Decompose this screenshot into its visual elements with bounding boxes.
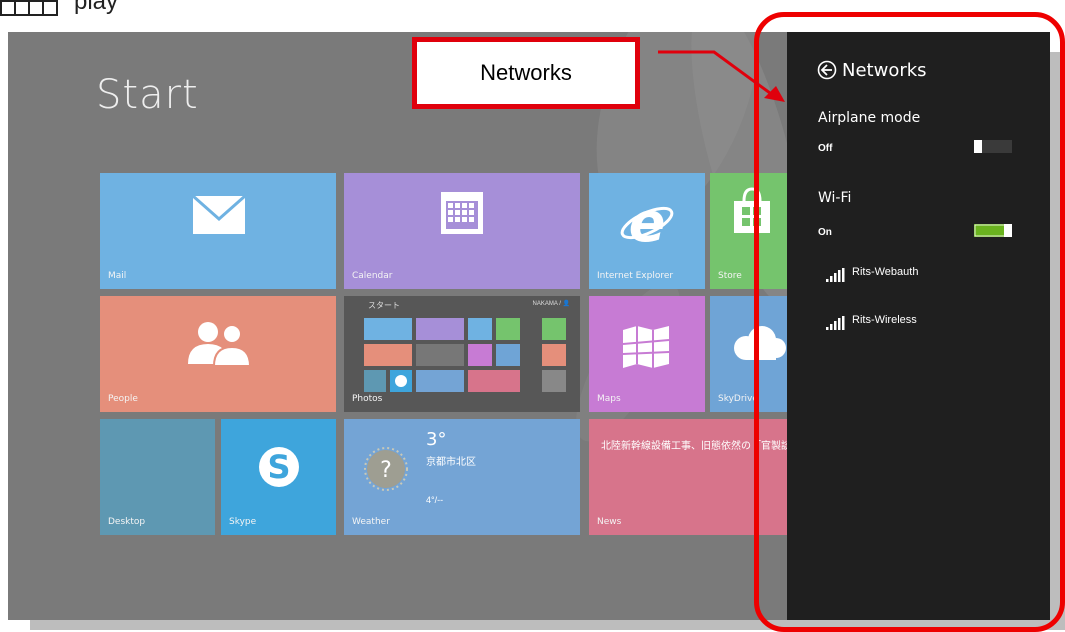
tile-label: Mail: [108, 271, 127, 281]
weather-temp: 3°: [426, 429, 447, 450]
calendar-icon: [441, 192, 483, 234]
tile-label: News: [597, 517, 622, 527]
skype-tile[interactable]: S Skype: [221, 419, 336, 535]
panel-highlight-outline: [754, 12, 1065, 632]
tile-label: Store: [718, 271, 742, 281]
tile-label: Skype: [229, 517, 257, 527]
table-icon: [0, 0, 58, 16]
desktop-tile[interactable]: Desktop: [100, 419, 215, 535]
start-title: Start: [96, 72, 199, 118]
maps-tile[interactable]: Maps: [589, 296, 705, 412]
people-tile[interactable]: People: [100, 296, 336, 412]
header-label: play: [74, 0, 119, 15]
map-icon: [622, 326, 670, 368]
tile-label: Calendar: [352, 271, 393, 281]
start-screen-thumbnail: [364, 318, 566, 392]
tile-label: Desktop: [108, 517, 146, 527]
people-icon: [188, 322, 252, 366]
svg-text:S: S: [267, 448, 290, 486]
weather-location: 京都市北区: [426, 457, 476, 468]
tile-label: Internet Explorer: [597, 271, 674, 281]
photos-inner-title: スタート: [368, 301, 400, 310]
networks-callout-box: Networks: [412, 37, 640, 109]
svg-text:e: e: [629, 193, 666, 249]
internet-explorer-tile[interactable]: e Internet Explorer: [589, 173, 705, 289]
skype-icon: S: [259, 447, 299, 487]
tile-label: Maps: [597, 394, 621, 404]
mail-icon: [192, 195, 246, 234]
svg-text:?: ?: [380, 458, 392, 483]
photos-tile[interactable]: スタート NAKAMA / 👤 Photos: [344, 296, 580, 412]
tile-label: People: [108, 394, 138, 404]
weather-unknown-icon: ?: [364, 447, 408, 491]
tile-label: Photos: [352, 394, 383, 404]
callout-arrow: [658, 50, 785, 102]
calendar-tile[interactable]: Calendar: [344, 173, 580, 289]
tile-label: SkyDrive: [718, 394, 758, 404]
photos-inner-user: NAKAMA / 👤: [532, 301, 570, 307]
mail-tile[interactable]: Mail: [100, 173, 336, 289]
weather-range: 4°/--: [426, 495, 444, 505]
internet-explorer-icon: e: [620, 193, 674, 249]
tile-label: Weather: [352, 517, 390, 527]
weather-tile[interactable]: ? 3° 京都市北区 4°/-- Weather: [344, 419, 580, 535]
